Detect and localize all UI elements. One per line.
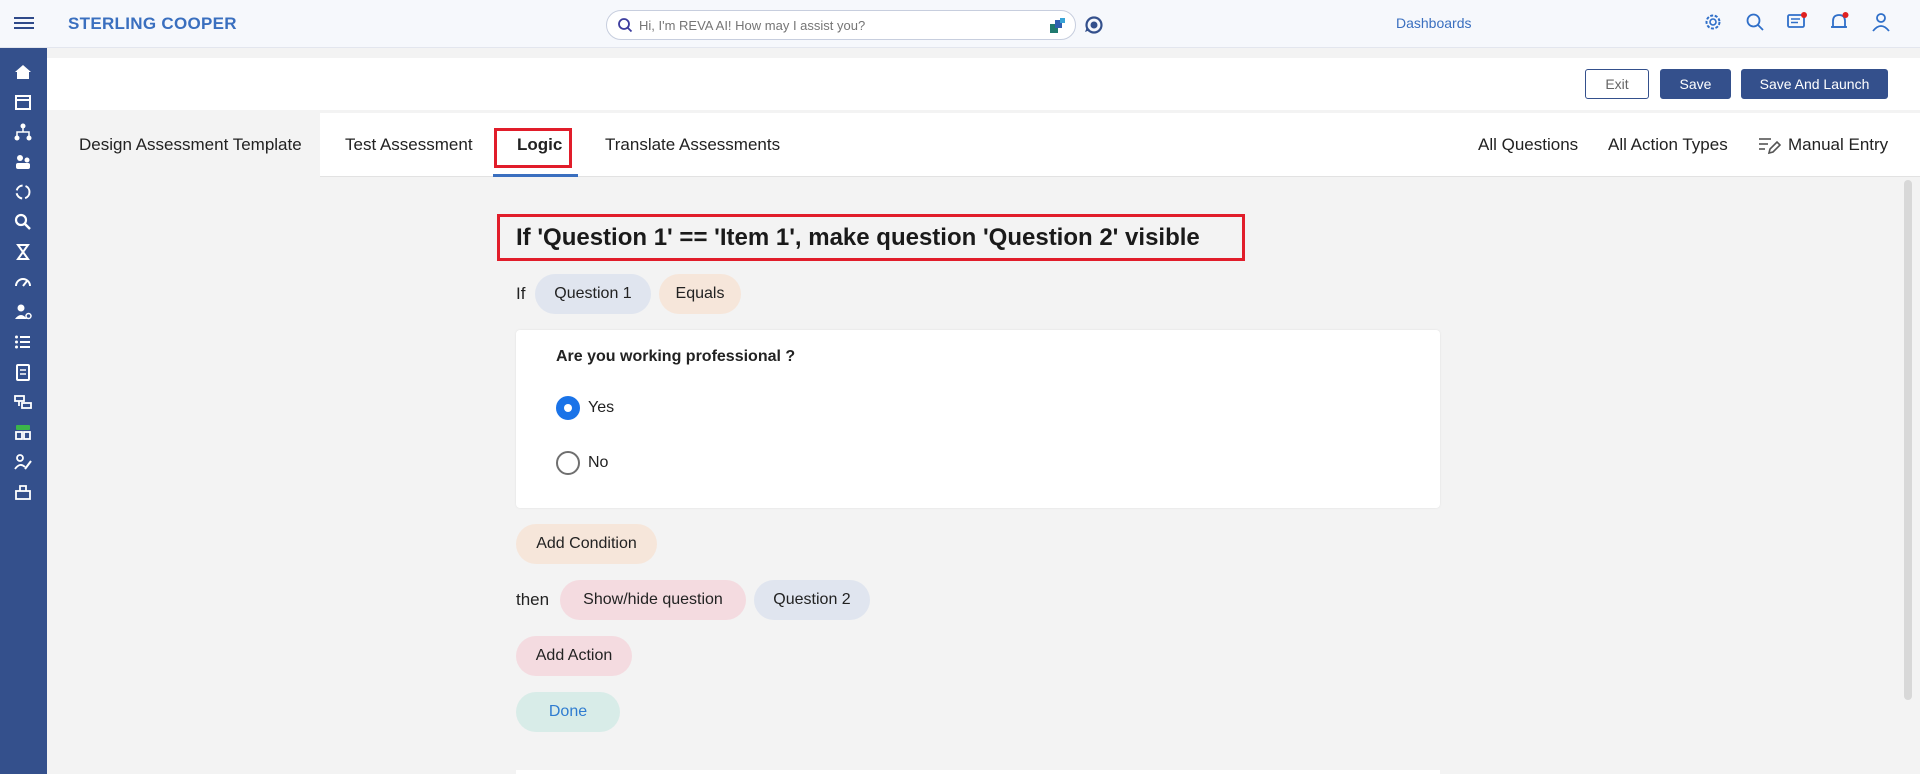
home-icon[interactable] [13, 62, 33, 82]
tab-logic[interactable]: Logic [517, 135, 562, 155]
manual-entry-button[interactable]: Manual Entry [1788, 135, 1888, 155]
brand-logo: STERLING COOPER [68, 14, 237, 33]
radio-yes[interactable] [556, 396, 580, 420]
all-action-types-filter[interactable]: All Action Types [1608, 135, 1728, 155]
speedometer-icon[interactable] [13, 272, 33, 292]
user-settings-icon[interactable] [13, 302, 33, 322]
report-icon[interactable] [13, 482, 33, 502]
add-condition-button[interactable]: Add Condition [516, 524, 657, 564]
hourglass-icon[interactable] [13, 242, 33, 262]
ai-assistant-icon[interactable] [1049, 17, 1067, 35]
question-card: Are you working professional ? Yes No [516, 330, 1440, 508]
rule-title: If 'Question 1' == 'Item 1', make questi… [516, 224, 1200, 251]
save-button[interactable]: Save [1660, 69, 1731, 99]
tab-test-assessment[interactable]: Test Assessment [345, 135, 473, 155]
dashboards-link[interactable]: Dashboards [1396, 15, 1472, 31]
save-and-launch-button[interactable]: Save And Launch [1741, 69, 1888, 99]
option-no-label: No [588, 454, 609, 471]
search-users-icon[interactable] [13, 212, 33, 232]
condition-question-chip[interactable]: Question 1 [535, 274, 651, 314]
cycle-icon[interactable] [13, 182, 33, 202]
manual-entry-icon[interactable] [1757, 134, 1781, 156]
done-button[interactable]: Done [516, 692, 620, 732]
if-label: If [516, 284, 526, 303]
scrollbar[interactable] [1904, 180, 1912, 700]
search-icon[interactable] [1744, 11, 1766, 33]
calendar-icon[interactable] [13, 92, 33, 112]
transfer-icon[interactable] [13, 392, 33, 412]
add-action-button[interactable]: Add Action [516, 636, 632, 676]
sidebar [0, 48, 47, 774]
search-icon [618, 18, 633, 33]
option-yes-label: Yes [588, 399, 615, 416]
tab-design-assessment-template[interactable]: Design Assessment Template [79, 135, 302, 155]
radio-no[interactable] [556, 451, 580, 475]
messages-icon[interactable] [1786, 11, 1808, 33]
then-label: then [516, 590, 550, 609]
new-feature-icon[interactable] [13, 422, 33, 442]
clipboard-icon[interactable] [13, 362, 33, 382]
user-edit-icon[interactable] [13, 452, 33, 472]
bell-icon[interactable] [1828, 11, 1850, 33]
user-icon[interactable] [1870, 11, 1892, 33]
action-type-chip[interactable]: Show/hide question [560, 580, 746, 620]
hierarchy-icon[interactable] [13, 122, 33, 142]
checklist-icon[interactable] [13, 332, 33, 352]
action-bar: Exit Save Save And Launch [47, 58, 1920, 110]
all-questions-filter[interactable]: All Questions [1478, 135, 1578, 155]
users-group-icon[interactable] [13, 152, 33, 172]
next-rule-card-edge [516, 770, 1440, 774]
gear-icon[interactable] [1702, 11, 1724, 33]
search-input[interactable] [639, 15, 1039, 35]
action-target-chip[interactable]: Question 2 [754, 580, 870, 620]
condition-operator-chip[interactable]: Equals [659, 274, 741, 314]
chatbot-icon[interactable] [1084, 15, 1104, 35]
search-bar[interactable] [606, 10, 1076, 40]
question-text: Are you working professional ? [556, 348, 796, 365]
top-bar: STERLING COOPER Dashboards [0, 0, 1920, 48]
active-tab-indicator [493, 174, 578, 177]
tab-translate-assessments[interactable]: Translate Assessments [605, 135, 780, 155]
tabs-bar: Design Assessment Template Test Assessme… [55, 113, 1920, 177]
exit-button[interactable]: Exit [1585, 69, 1649, 99]
menu-icon[interactable] [14, 14, 34, 32]
